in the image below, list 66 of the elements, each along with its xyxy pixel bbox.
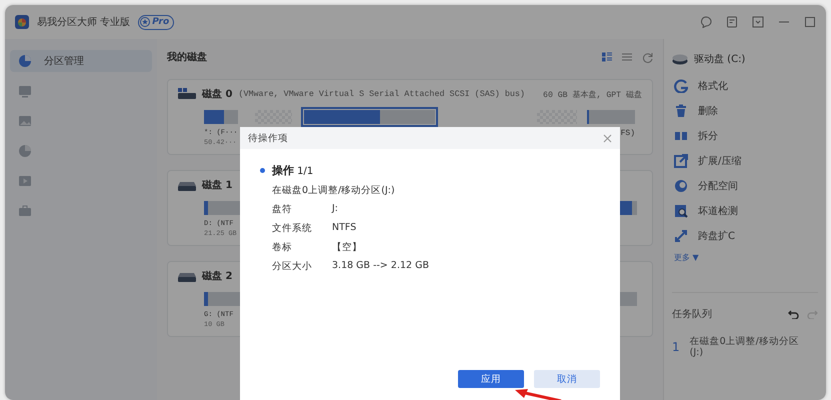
resize-icon [674,154,688,168]
note-icon[interactable] [726,16,738,28]
more-link[interactable]: 更多 ▼ [672,248,701,267]
close-button[interactable] [603,134,612,142]
detail-label: 文件系统 [272,222,313,235]
action-item[interactable]: 坏道检测 [672,198,818,223]
disk-icon [672,53,688,65]
maximize-icon[interactable] [804,16,816,28]
refresh-icon[interactable] [642,52,653,62]
monitor-icon [18,84,32,98]
apply-button[interactable]: 应用 [458,370,524,388]
dialog-title: 待操作项 [248,132,288,144]
pro-badge: Pro [138,14,174,30]
pie-chart-icon [18,54,32,68]
action-item[interactable]: 格式化 [672,73,818,98]
operation-title: 操作 1/1 [272,163,314,178]
disk-name: 磁盘 1 [202,178,232,192]
task-number: 1 [672,339,680,354]
trash-icon [674,104,688,118]
disk-scan-icon [674,204,688,218]
task-queue-title: 任务队列 [672,308,713,321]
annotation-arrow [513,386,563,400]
task-description: 在磁盘0上调整/移动分区(J:) [690,337,800,359]
disk-summary: 60 GB 基本盘, GPT 磁盘 [543,90,642,100]
undo-icon[interactable] [788,309,799,319]
disk-name: 磁盘 2 [202,270,232,283]
redo-icon[interactable] [807,309,818,319]
sidebar-item[interactable]: 分区管理 [10,50,152,72]
pie-chart-icon [674,178,688,192]
bullet-dot [260,168,265,173]
hard-drive-icon [178,270,196,282]
detail-value: 【空】 [332,241,363,254]
detail-label: 盘符 [272,203,293,216]
expand-arrows-icon [674,228,688,242]
grid-view-icon[interactable] [602,52,612,62]
drive-name: 驱动盘 (C:) [694,53,746,66]
detail-label: 卷标 [272,241,293,254]
detail-value: 3.18 GB --> 2.12 GB [332,260,430,273]
action-item[interactable]: 删除 [672,98,818,123]
action-item[interactable]: 分配空间 [672,173,818,198]
disk-name: 磁盘 0 [202,88,232,101]
section-title: 我的磁盘 [167,50,208,64]
action-item[interactable]: 跨盘扩C [672,223,818,248]
close-icon [603,134,612,142]
action-item[interactable]: 扩展/压缩 [672,148,818,173]
app-title: 易我分区大师 专业版 [37,16,130,29]
star-icon [140,17,150,27]
hard-drive-icon [178,179,196,191]
detail-label: 分区大小 [272,260,313,273]
disk-details: (VMware, VMware Virtual S Serial Attached SCSI (SAS) bus) [238,89,526,99]
detail-value: J: [332,203,340,216]
pie-chart-icon [18,144,32,158]
cancel-button[interactable]: 取消 [534,370,600,388]
disk-stack-icon [178,88,196,100]
list-view-icon[interactable] [622,52,632,62]
download-icon[interactable] [752,16,764,28]
app-logo-icon [15,15,29,29]
format-icon [674,78,688,92]
chat-icon[interactable] [700,16,712,28]
partition-label: FS) [620,129,635,138]
image-icon [18,114,32,128]
play-icon [18,174,32,188]
toolbox-icon [18,204,32,218]
detail-value: NTFS [332,222,358,235]
action-item[interactable]: 拆分 [672,123,818,148]
operation-description: 在磁盘0上调整/移动分区(J:) [272,184,396,197]
